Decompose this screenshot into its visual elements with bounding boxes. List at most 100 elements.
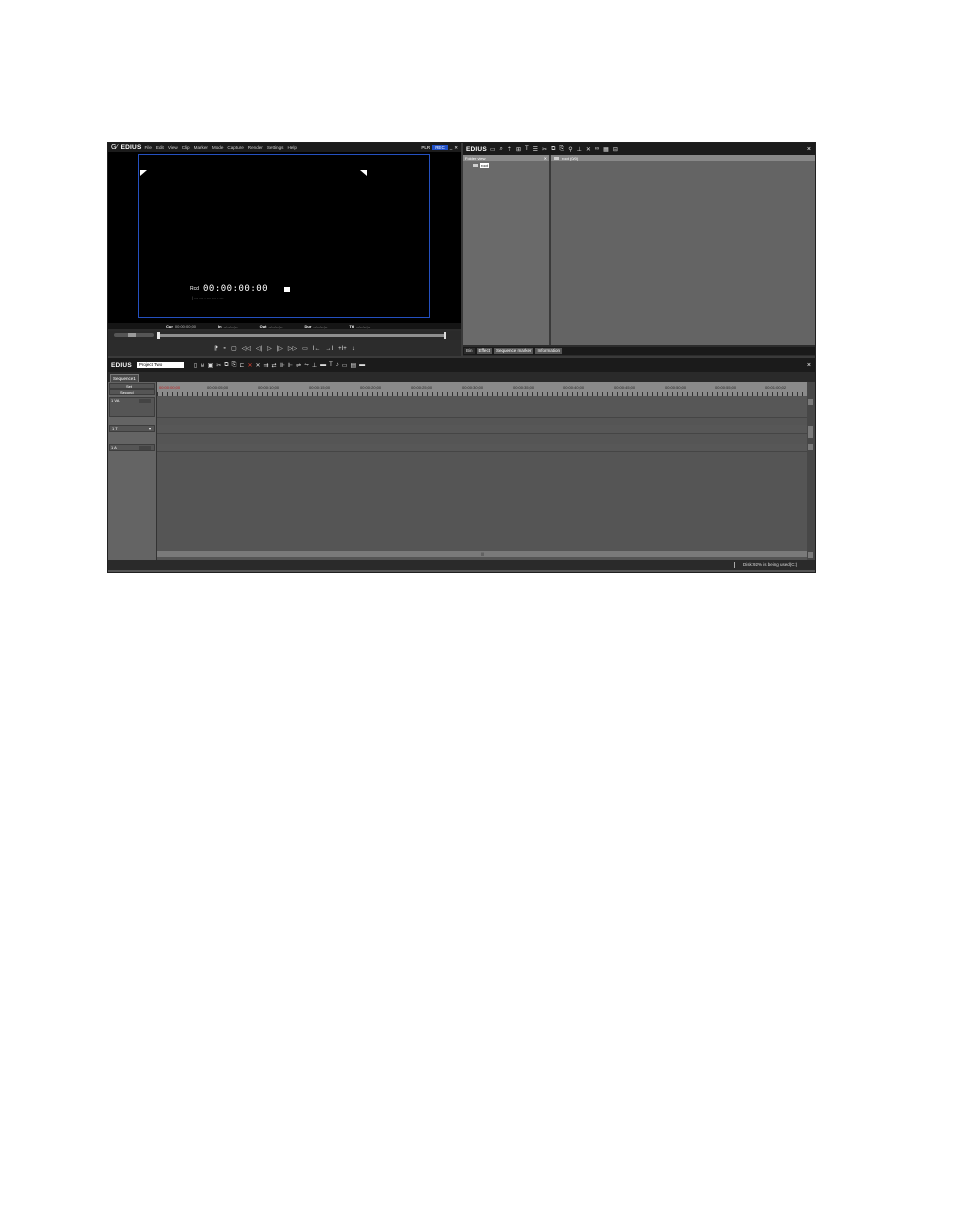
export-icon[interactable]: ▬ — [359, 362, 365, 369]
title-icon[interactable]: T — [525, 146, 529, 153]
menu-render[interactable]: Render — [248, 145, 263, 150]
up-icon[interactable]: ⇡ — [507, 146, 512, 153]
overwrite-button[interactable]: ↓ — [352, 346, 355, 352]
stop-button[interactable]: ▢ — [231, 345, 237, 352]
render-icon[interactable]: ▭ — [342, 362, 348, 369]
go-out-button[interactable]: →I — [325, 346, 333, 352]
tab-information[interactable]: Information — [535, 348, 562, 354]
link-icon[interactable]: ⥊ — [304, 362, 309, 369]
close-icon[interactable]: ✕ — [454, 145, 458, 151]
set-in-button[interactable]: ⁋ — [214, 345, 218, 352]
menu-capture[interactable]: Capture — [227, 145, 243, 150]
set-out-button[interactable]: ⁌ — [223, 345, 226, 352]
snap-icon[interactable]: ⊩ — [288, 362, 293, 369]
loop-button[interactable]: ▭ — [302, 345, 308, 352]
tab-sequence-marker[interactable]: Sequence marker — [493, 348, 534, 354]
delete-icon[interactable]: ✕ — [247, 362, 252, 369]
track-toggle-icon[interactable] — [139, 399, 151, 403]
menu-edit[interactable]: Edit — [156, 145, 164, 150]
step-forward-button[interactable]: |▷ — [277, 345, 283, 352]
track-header-second[interactable]: Second — [109, 389, 155, 395]
minimize-icon[interactable]: _ — [450, 145, 453, 150]
menu-clip[interactable]: Clip — [182, 145, 190, 150]
ripple-delete-icon[interactable]: ✕ — [255, 362, 260, 369]
open-project-icon[interactable]: ⊎ — [200, 362, 204, 369]
paste-icon[interactable]: ⎘ — [232, 362, 237, 369]
list-icon[interactable]: ☰ — [533, 146, 538, 153]
jog-knob[interactable] — [128, 333, 136, 337]
copy-icon[interactable]: ⧉ — [224, 362, 228, 369]
track-va-lane[interactable] — [157, 397, 807, 418]
insert-button[interactable]: +I+ — [338, 346, 347, 352]
rec-mode-button[interactable]: REC — [432, 145, 448, 150]
ruler-label: 00:00:15;00 — [309, 385, 331, 390]
horizontal-scrollbar[interactable]: ||| — [157, 551, 807, 557]
project-name-field[interactable]: Project Two — [136, 362, 184, 368]
marker-icon[interactable]: ⊥ — [312, 362, 317, 369]
track-toggle-icon[interactable] — [139, 446, 151, 450]
ruler-label: 00:00:45;00 — [614, 385, 636, 390]
status-separator — [734, 562, 735, 568]
track-expand-icon[interactable]: ▾ — [149, 426, 151, 431]
scroll-button[interactable] — [808, 552, 813, 558]
folder-tree-item[interactable]: root — [473, 163, 489, 168]
ripple-icon[interactable]: ⇄ — [272, 362, 277, 369]
menu-view[interactable]: View — [168, 145, 178, 150]
step-back-button[interactable]: ◁| — [256, 345, 262, 352]
group-icon[interactable]: ▬ — [320, 362, 326, 369]
new-sequence-icon[interactable]: ▯ — [194, 362, 197, 369]
cut-icon[interactable]: ✂ — [542, 146, 547, 153]
play-button[interactable]: ▷ — [267, 345, 272, 352]
clip-view[interactable]: root (0/0) — [551, 155, 815, 345]
menu-marker[interactable]: Marker — [194, 145, 208, 150]
vertical-scrollbar[interactable] — [807, 382, 815, 560]
scroll-button[interactable] — [808, 432, 813, 438]
link-icon[interactable]: ∞ — [595, 146, 599, 153]
audio-icon[interactable]: ♪ — [336, 362, 339, 369]
folder-close-icon[interactable]: ✕ — [544, 156, 547, 161]
position-slider[interactable] — [158, 334, 446, 337]
position-handle[interactable] — [157, 332, 160, 339]
menu-file[interactable]: File — [145, 145, 152, 150]
track-a-lane[interactable] — [157, 444, 807, 452]
scroll-button[interactable] — [808, 399, 813, 405]
underline-icon[interactable]: ⊥ — [577, 146, 582, 153]
delete-icon[interactable]: ✕ — [586, 146, 591, 153]
tab-bin[interactable]: Bin — [464, 348, 475, 354]
track-header-a[interactable]: 1 A — [109, 444, 155, 451]
mode-icon[interactable]: ⇉ — [264, 362, 269, 369]
search-icon[interactable]: ⌕ — [500, 146, 503, 153]
grid-icon[interactable]: ▦ — [603, 146, 609, 153]
sync-icon[interactable]: ⇌ — [296, 362, 301, 369]
plr-mode-button[interactable]: PLR — [421, 145, 430, 150]
tab-effect[interactable]: Effect — [476, 348, 492, 354]
fast-forward-button[interactable]: ▷▷ — [288, 345, 297, 352]
menu-settings[interactable]: Settings — [267, 145, 284, 150]
track-header-t[interactable]: 1 T ▾ — [109, 425, 155, 432]
scrub-bar — [108, 331, 461, 340]
scroll-button[interactable] — [808, 444, 813, 450]
mixer-icon[interactable]: ▤ — [350, 362, 356, 369]
paste-icon[interactable]: ⎘ — [559, 146, 564, 153]
folder-icon[interactable]: ▭ — [490, 146, 496, 153]
time-ruler[interactable]: 00:00:00;00 00:00:05;00 00:00:10;00 00:0… — [157, 382, 807, 396]
timeline-close-icon[interactable]: × — [807, 362, 811, 369]
copy-icon[interactable]: ⧉ — [551, 146, 555, 153]
split-icon[interactable]: ⊪ — [280, 362, 285, 369]
menu-mode[interactable]: Mode — [212, 145, 224, 150]
view-icon[interactable]: ⊟ — [613, 146, 618, 153]
track-header-va[interactable]: 1 VA — [109, 397, 155, 417]
scroll-grip-icon[interactable]: ||| — [481, 551, 484, 556]
cut-icon[interactable]: ✂ — [216, 362, 221, 369]
rewind-button[interactable]: ◁◁ — [242, 345, 251, 352]
save-project-icon[interactable]: ▣ — [208, 362, 214, 369]
track-t-lane[interactable] — [157, 425, 807, 434]
title-icon[interactable]: T — [329, 362, 333, 369]
gv-logo-icon: G∕ — [111, 144, 118, 151]
insert-icon[interactable]: ⊏ — [239, 362, 244, 369]
bin-close-icon[interactable]: × — [807, 146, 811, 153]
menu-help[interactable]: Help — [287, 145, 296, 150]
go-in-button[interactable]: I← — [313, 346, 321, 352]
add-icon[interactable]: ⊞ — [516, 146, 521, 153]
pin-icon[interactable]: ⚲ — [568, 146, 572, 153]
